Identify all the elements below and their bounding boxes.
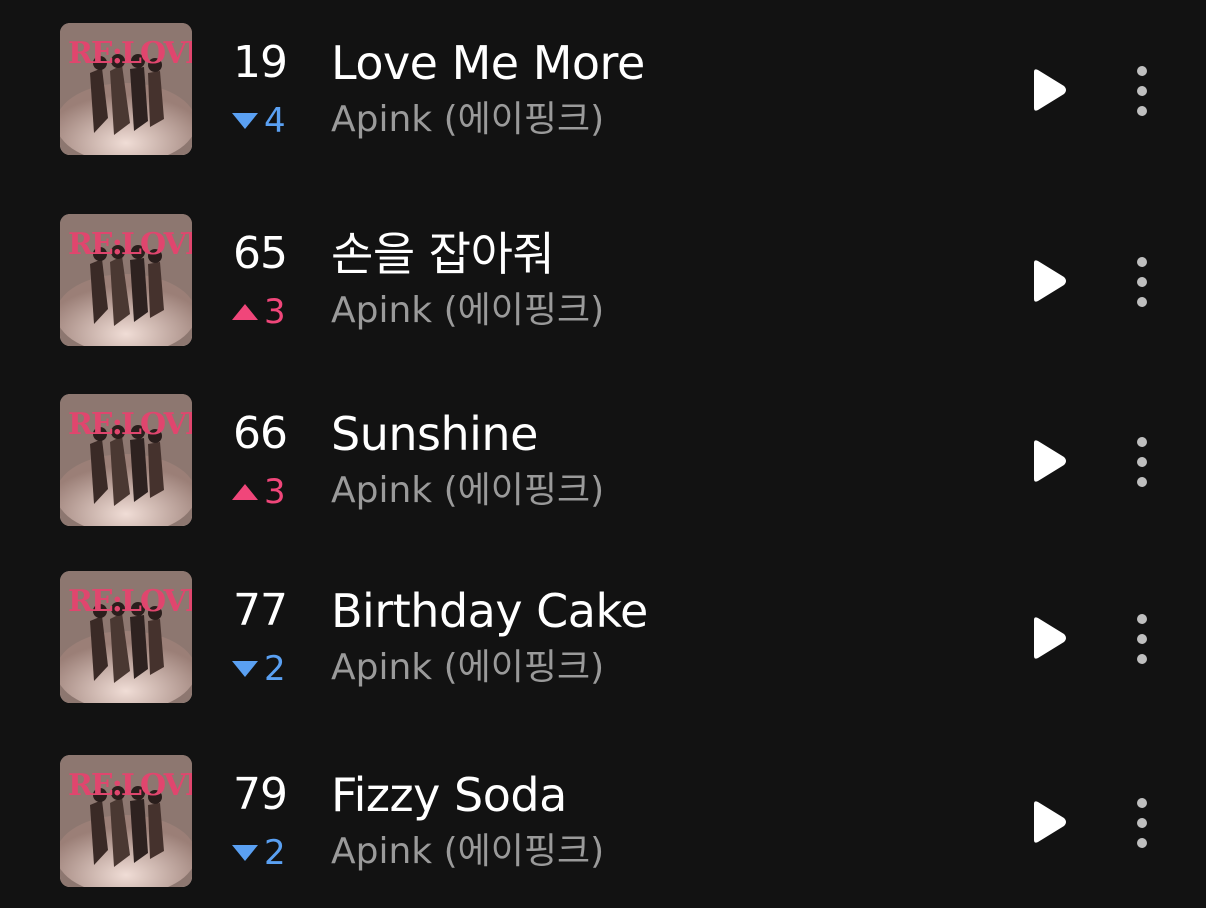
artist-name[interactable]: Apink (에이핑크) <box>331 97 604 143</box>
album-art[interactable]: RE:LOVE <box>60 755 192 887</box>
track-row-2[interactable]: RE:LOVE 65 3 손을 잡아줘 Apink (에이핑크) <box>0 214 1206 346</box>
svg-text:RE:LOVE: RE:LOVE <box>68 407 192 442</box>
triangle-up-icon <box>232 304 258 320</box>
album-art-image: RE:LOVE <box>60 571 192 703</box>
play-button[interactable] <box>1022 436 1072 486</box>
more-vertical-icon <box>1137 614 1147 664</box>
more-vertical-icon <box>1137 66 1147 116</box>
album-art[interactable]: RE:LOVE <box>60 23 192 155</box>
play-button[interactable] <box>1022 797 1072 847</box>
album-art-image: RE:LOVE <box>60 214 192 346</box>
rank-change: 2 <box>232 649 286 689</box>
track-title[interactable]: Sunshine <box>331 406 538 462</box>
play-button[interactable] <box>1022 65 1072 115</box>
svg-text:RE:LOVE: RE:LOVE <box>68 227 192 262</box>
artist-name[interactable]: Apink (에이핑크) <box>331 645 604 691</box>
more-vertical-icon <box>1137 257 1147 307</box>
triangle-down-icon <box>232 113 258 129</box>
album-art-image: RE:LOVE <box>60 23 192 155</box>
more-options-button[interactable] <box>1122 611 1162 667</box>
play-button[interactable] <box>1022 256 1072 306</box>
more-options-button[interactable] <box>1122 63 1162 119</box>
rank-change: 3 <box>232 292 286 332</box>
artist-name[interactable]: Apink (에이핑크) <box>331 468 604 514</box>
track-title[interactable]: Fizzy Soda <box>331 767 567 823</box>
artist-name[interactable]: Apink (에이핑크) <box>331 288 604 334</box>
triangle-down-icon <box>232 845 258 861</box>
svg-text:RE:LOVE: RE:LOVE <box>68 584 192 619</box>
rank-number: 79 <box>233 769 288 820</box>
track-title[interactable]: 손을 잡아줘 <box>331 226 555 282</box>
track-title[interactable]: Love Me More <box>331 35 645 91</box>
rank-number: 19 <box>233 37 288 88</box>
artist-name[interactable]: Apink (에이핑크) <box>331 829 604 875</box>
more-vertical-icon <box>1137 437 1147 487</box>
triangle-down-icon <box>232 661 258 677</box>
more-options-button[interactable] <box>1122 434 1162 490</box>
more-vertical-icon <box>1137 798 1147 848</box>
rank-change-amount: 4 <box>264 101 286 141</box>
play-icon <box>1034 69 1066 111</box>
rank-number: 77 <box>233 585 288 636</box>
play-icon <box>1034 617 1066 659</box>
rank-change-amount: 3 <box>264 472 286 512</box>
svg-text:RE:LOVE: RE:LOVE <box>68 768 192 803</box>
triangle-up-icon <box>232 484 258 500</box>
play-icon <box>1034 440 1066 482</box>
rank-change-amount: 3 <box>264 292 286 332</box>
play-button[interactable] <box>1022 613 1072 663</box>
album-art[interactable]: RE:LOVE <box>60 214 192 346</box>
album-art[interactable]: RE:LOVE <box>60 571 192 703</box>
rank-change-amount: 2 <box>264 649 286 689</box>
rank-change: 3 <box>232 472 286 512</box>
more-options-button[interactable] <box>1122 795 1162 851</box>
album-art-image: RE:LOVE <box>60 394 192 526</box>
more-options-button[interactable] <box>1122 254 1162 310</box>
track-row-1[interactable]: RE:LOVE 19 4 Love Me More Apink (에이핑크) <box>0 23 1206 155</box>
rank-change: 2 <box>232 833 286 873</box>
album-art-image: RE:LOVE <box>60 755 192 887</box>
play-icon <box>1034 801 1066 843</box>
svg-text:RE:LOVE: RE:LOVE <box>68 36 192 71</box>
track-row-5[interactable]: RE:LOVE 79 2 Fizzy Soda Apink (에이핑크) <box>0 755 1206 887</box>
track-row-4[interactable]: RE:LOVE 77 2 Birthday Cake Apink (에이핑크) <box>0 571 1206 703</box>
rank-number: 66 <box>233 408 288 459</box>
track-row-3[interactable]: RE:LOVE 66 3 Sunshine Apink (에이핑크) <box>0 394 1206 526</box>
track-title[interactable]: Birthday Cake <box>331 583 648 639</box>
rank-number: 65 <box>233 228 288 279</box>
album-art[interactable]: RE:LOVE <box>60 394 192 526</box>
play-icon <box>1034 260 1066 302</box>
rank-change: 4 <box>232 101 286 141</box>
rank-change-amount: 2 <box>264 833 286 873</box>
